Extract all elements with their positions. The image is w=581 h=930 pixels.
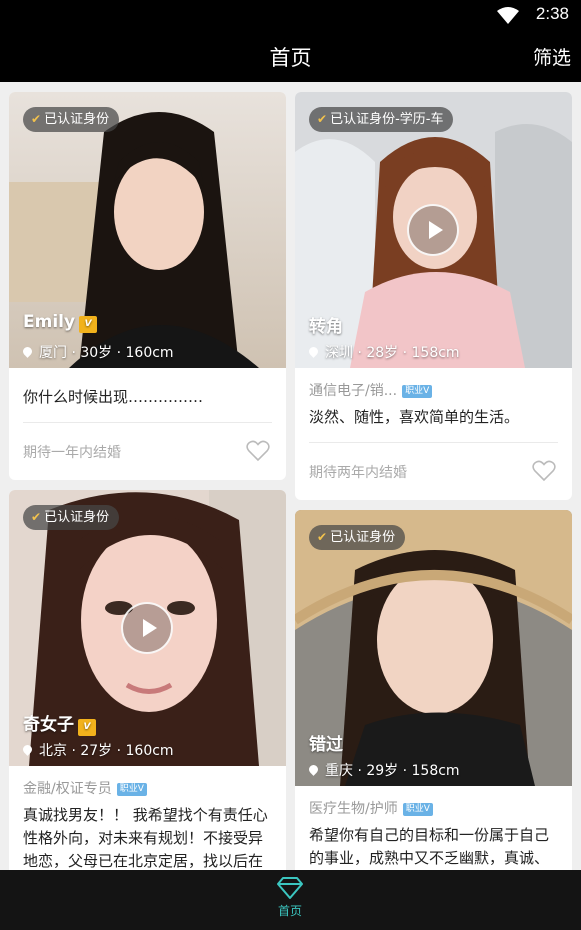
profile-card[interactable]: ✔ 已认证身份 错过 重庆 · 29岁 · 158cm 医疗生物/护师 职业V 希望… [295,510,572,870]
job-verified-tag: 职业V [402,803,433,816]
profile-job: 通信电子/销... 职业V [309,380,433,400]
job-verified-tag: 职业V [402,385,433,398]
nav-home-label: 首页 [277,904,302,918]
profile-name: 转角 [309,317,343,337]
profile-photo[interactable]: ✔ 已认证身份 Emily V 厦门 · 30岁 · 160cm [9,92,286,368]
divider [23,422,272,423]
profile-photo[interactable]: ✔ 已认证身份 错过 重庆 · 29岁 · 158cm [295,510,572,786]
bottom-nav: 首页 [0,870,581,930]
divider [309,442,558,443]
play-video-button[interactable] [407,204,459,256]
profile-meta: 重庆 · 29岁 · 158cm [307,760,460,780]
verified-badge: ✔ 已认证身份 [23,505,120,530]
profile-job: 金融/权证专员 职业V [23,778,147,798]
profile-intro: 淡然、随性，喜欢简单的生活。 [309,408,520,426]
profile-name: 奇女子 V [23,710,96,736]
heart-icon[interactable] [246,440,270,466]
diamond-icon [260,876,320,900]
wifi-icon [497,7,519,29]
app-bar: 首页 筛选 [0,32,581,82]
profile-card[interactable]: ✔ 已认证身份 Emily V 厦门 · 30岁 · 160cm 你什么时候出现……… [9,92,286,480]
check-icon: ✔ [317,112,328,126]
location-icon [307,763,320,776]
check-icon: ✔ [317,530,328,544]
location-icon [21,743,34,756]
profile-photo[interactable]: ✔ 已认证身份 奇女子 V 北京 · 27岁 · 160cm [9,490,286,766]
profile-intro: 希望你有自己的目标和一份属于自己的事业，成熟中又不乏幽默，真诚、坦 [309,826,550,867]
verified-badge: ✔ 已认证身份 [309,525,406,550]
nav-home-tab[interactable]: 首页 [260,876,320,919]
vip-icon: V [78,719,96,736]
profile-meta: 深圳 · 28岁 · 158cm [307,342,460,362]
profile-feed[interactable]: ✔ 已认证身份 Emily V 厦门 · 30岁 · 160cm 你什么时候出现……… [0,82,581,870]
marriage-expectation: 期待一年内结婚 [23,445,121,461]
marriage-expectation: 期待两年内结婚 [309,465,407,481]
filter-button[interactable]: 筛选 [533,43,571,70]
vip-icon: V [79,316,98,333]
verified-badge: ✔ 已认证身份 [23,107,120,132]
profile-meta: 北京 · 27岁 · 160cm [21,740,174,760]
location-icon [21,345,34,358]
profile-meta: 厦门 · 30岁 · 160cm [21,342,174,362]
profile-intro: 你什么时候出现…………… [23,388,204,406]
profile-name: Emily V [23,312,98,333]
status-time: 2:38 [535,4,569,23]
heart-icon[interactable] [532,460,556,486]
profile-card[interactable]: ✔ 已认证身份-学历-车 转角 深圳 · 28岁 · 158cm 通信电子/销..… [295,92,572,500]
verified-badge: ✔ 已认证身份-学历-车 [309,107,454,132]
check-icon: ✔ [31,112,42,126]
profile-name: 错过 [309,735,343,755]
page-title: 首页 [269,46,312,70]
profile-intro: 真诚找男友！！ 我希望找个有责任心性格外向，对未来有规划！不接受异地恋，父母已在… [23,806,268,870]
profile-photo[interactable]: ✔ 已认证身份-学历-车 转角 深圳 · 28岁 · 158cm [295,92,572,368]
profile-job: 医疗生物/护师 职业V [309,798,433,818]
play-video-button[interactable] [121,602,173,654]
job-verified-tag: 职业V [116,783,147,796]
profile-card[interactable]: ✔ 已认证身份 奇女子 V 北京 · 27岁 · 160cm 金融/权证专员 职业V … [9,490,286,870]
status-bar: 2:38 [0,0,581,32]
location-icon [307,345,320,358]
check-icon: ✔ [31,510,42,524]
